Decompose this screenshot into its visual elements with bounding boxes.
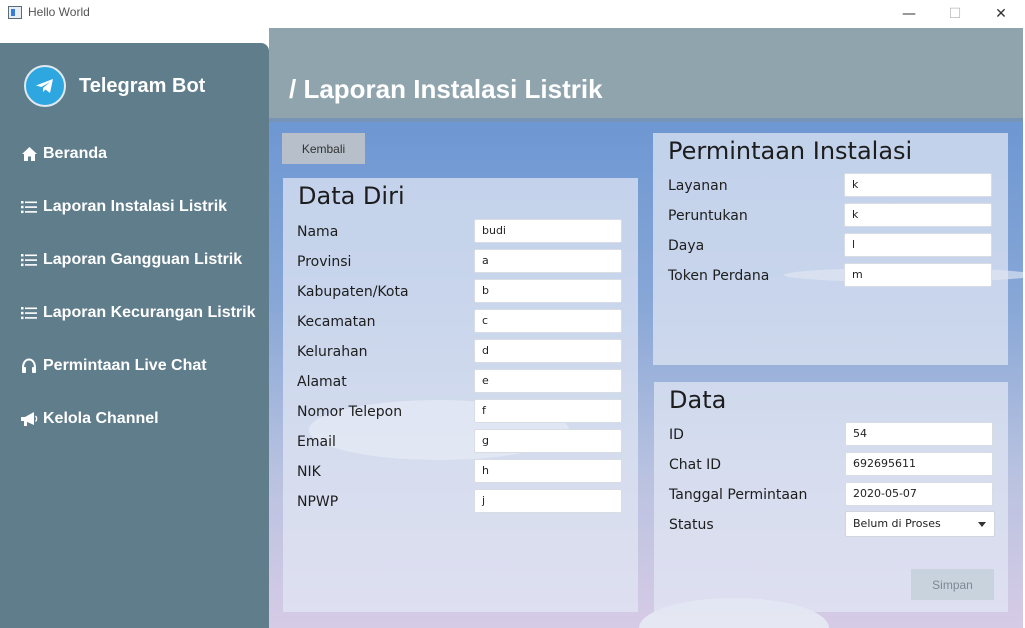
field-label: NIK xyxy=(297,464,321,480)
list-icon xyxy=(20,304,38,322)
data-diri-panel: Data Diri Nama budi Provinsi a Kabupaten… xyxy=(283,178,638,612)
provinsi-field[interactable]: a xyxy=(474,249,622,273)
sidebar-item-beranda[interactable]: Beranda xyxy=(20,142,107,166)
nama-field[interactable]: budi xyxy=(474,219,622,243)
kabupaten-kota-field[interactable]: b xyxy=(474,279,622,303)
field-label: Tanggal Permintaan xyxy=(669,487,808,503)
sidebar-item-laporan-gangguan[interactable]: Laporan Gangguan Listrik xyxy=(20,248,242,272)
sidebar-item-label: Beranda xyxy=(43,145,108,162)
id-field[interactable]: 54 xyxy=(845,422,993,446)
app-window-icon xyxy=(8,6,22,19)
window-title: Hello World xyxy=(28,5,90,19)
nomor-telepon-field[interactable]: f xyxy=(474,399,622,423)
field-label: Provinsi xyxy=(297,254,352,270)
main-content: Kembali Data Diri Nama budi Provinsi a K… xyxy=(269,118,1023,628)
bullhorn-icon xyxy=(20,410,38,428)
field-label: Nomor Telepon xyxy=(297,404,403,420)
panel-title: Data xyxy=(669,386,727,414)
home-icon xyxy=(20,145,38,163)
back-button[interactable]: Kembali xyxy=(282,133,365,164)
list-icon xyxy=(20,251,38,269)
sidebar-item-label: Laporan Instalasi Listrik xyxy=(43,198,228,215)
close-button[interactable]: ✕ xyxy=(978,0,1024,28)
sidebar-item-permintaan-live-chat[interactable]: Permintaan Live Chat xyxy=(20,354,207,378)
sidebar-item-kelola-channel[interactable]: Kelola Channel xyxy=(20,407,159,431)
page-header: / Laporan Instalasi Listrik xyxy=(269,28,1023,118)
field-label: Daya xyxy=(668,238,705,254)
peruntukan-field[interactable]: k xyxy=(844,203,992,227)
minimize-button[interactable]: — xyxy=(886,0,932,28)
telegram-logo-icon xyxy=(24,65,66,107)
field-label: Chat ID xyxy=(669,457,722,473)
field-label: Alamat xyxy=(297,374,347,390)
tanggal-permintaan-field[interactable]: 2020-05-07 xyxy=(845,482,993,506)
field-label: Email xyxy=(297,434,336,450)
email-field[interactable]: g xyxy=(474,429,622,453)
brand: Telegram Bot xyxy=(24,65,205,107)
kelurahan-field[interactable]: d xyxy=(474,339,622,363)
nik-field[interactable]: h xyxy=(474,459,622,483)
headphones-icon xyxy=(20,357,38,375)
chat-id-field[interactable]: 692695611 xyxy=(845,452,993,476)
field-label: Status xyxy=(669,517,714,533)
brand-title: Telegram Bot xyxy=(79,74,206,97)
layanan-field[interactable]: k xyxy=(844,173,992,197)
sidebar-item-label: Kelola Channel xyxy=(43,410,159,427)
panel-title: Data Diri xyxy=(298,182,405,210)
permintaan-instalasi-panel: Permintaan Instalasi Layanan k Peruntuka… xyxy=(653,133,1008,365)
save-button[interactable]: Simpan xyxy=(911,569,994,600)
field-label: NPWP xyxy=(297,494,339,510)
minimize-icon: — xyxy=(902,6,916,22)
status-select-value: Belum di Proses xyxy=(853,517,941,530)
data-panel: Data ID 54 Chat ID 692695611 Tanggal Per… xyxy=(654,382,1008,612)
sidebar-item-laporan-instalasi[interactable]: Laporan Instalasi Listrik xyxy=(20,195,227,219)
field-label: Kecamatan xyxy=(297,314,376,330)
field-label: Nama xyxy=(297,224,339,240)
list-icon xyxy=(20,198,38,216)
chevron-down-icon xyxy=(978,522,986,527)
npwp-field[interactable]: j xyxy=(474,489,622,513)
token-perdana-field[interactable]: m xyxy=(844,263,992,287)
window-titlebar: Hello World — ☐ ✕ xyxy=(0,0,1025,28)
page-title: / Laporan Instalasi Listrik xyxy=(289,74,603,104)
field-label: Token Perdana xyxy=(668,268,770,284)
field-label: Kelurahan xyxy=(297,344,368,360)
sidebar-item-laporan-kecurangan[interactable]: Laporan Kecurangan Listrik xyxy=(20,301,256,325)
maximize-icon: ☐ xyxy=(948,6,962,22)
maximize-button[interactable]: ☐ xyxy=(932,0,978,28)
sidebar: Telegram Bot Beranda Laporan Instalasi L… xyxy=(0,43,269,628)
status-select[interactable]: Belum di Proses xyxy=(845,511,995,537)
field-label: ID xyxy=(669,427,684,443)
panel-title: Permintaan Instalasi xyxy=(668,137,913,165)
daya-field[interactable]: l xyxy=(844,233,992,257)
close-icon: ✕ xyxy=(995,6,1007,22)
sidebar-item-label: Laporan Kecurangan Listrik xyxy=(43,304,256,321)
field-label: Layanan xyxy=(668,178,728,194)
sidebar-item-label: Laporan Gangguan Listrik xyxy=(43,251,243,268)
field-label: Peruntukan xyxy=(668,208,748,224)
field-label: Kabupaten/Kota xyxy=(297,284,409,300)
alamat-field[interactable]: e xyxy=(474,369,622,393)
sidebar-item-label: Permintaan Live Chat xyxy=(43,357,207,374)
kecamatan-field[interactable]: c xyxy=(474,309,622,333)
